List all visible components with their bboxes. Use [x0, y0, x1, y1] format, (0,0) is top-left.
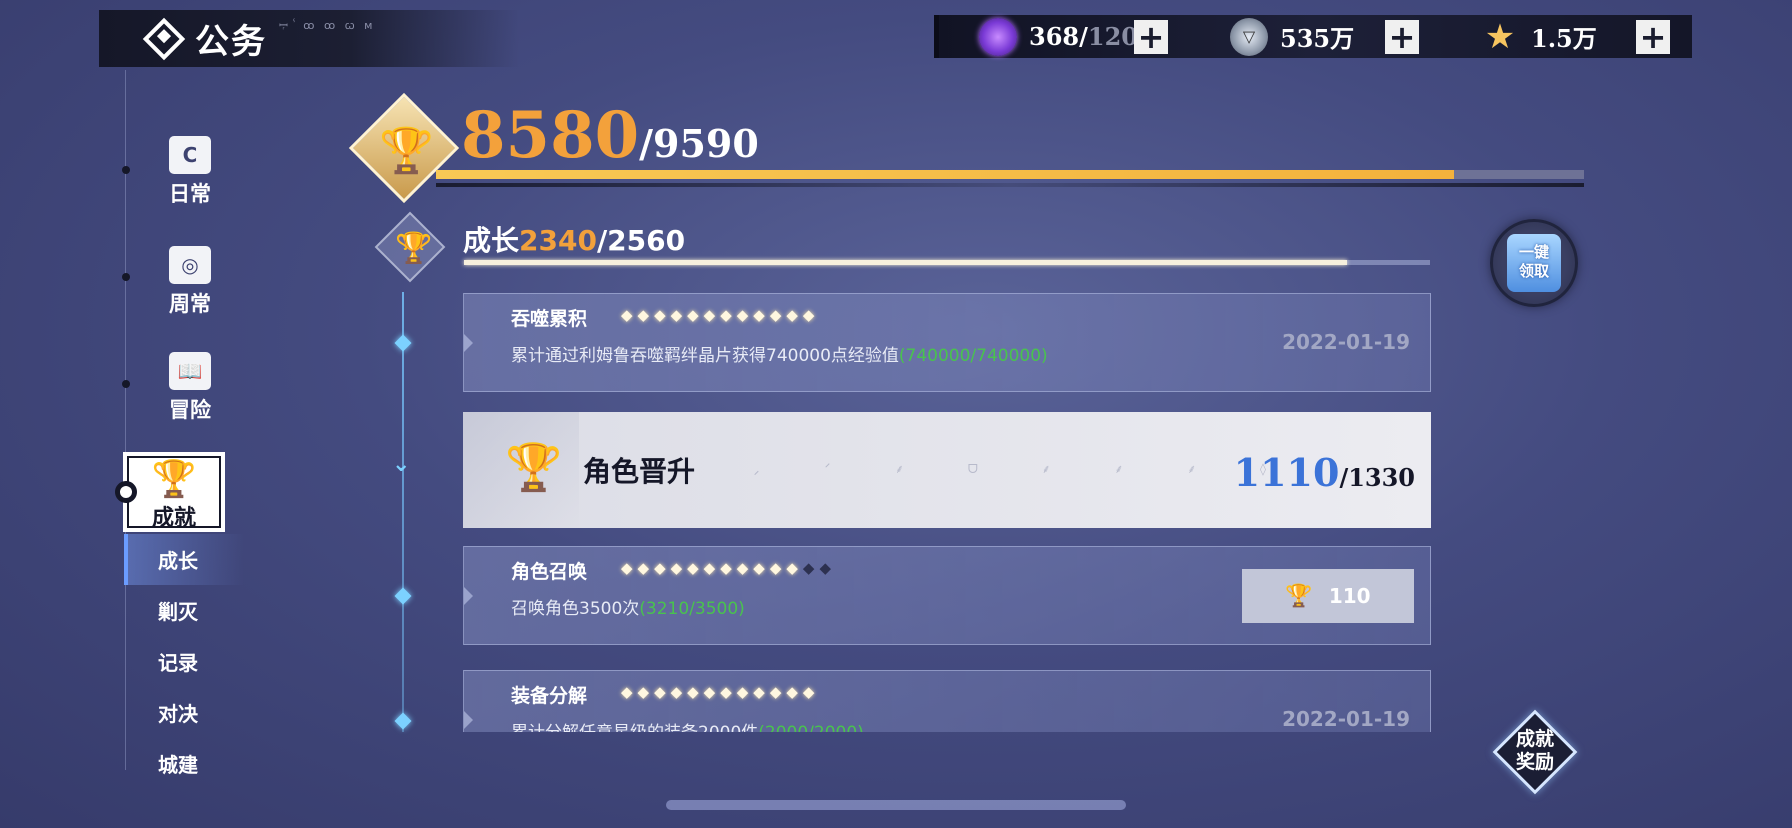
total-score: 8580/9590 [461, 98, 759, 173]
category-card-promotion[interactable]: 🏆 角色晋升 ⸝ ⸍ ⸙ ᗜ ⸙ ⸙ ⸙ ◊ ⸝ 1110/1330 [463, 412, 1431, 528]
star-value: 1.5万 [1531, 24, 1597, 53]
achievement-name: 吞噬累积 [511, 308, 588, 330]
nav-daily-label: 日常 [169, 181, 211, 206]
page-title: 公务 [195, 22, 267, 62]
crystal-value: 368/120 [1029, 22, 1138, 51]
nav-dot [122, 273, 130, 281]
total-progress-fill [436, 170, 1455, 179]
timeline-dot [394, 712, 412, 730]
claim-button[interactable]: 🏆 110 [1242, 569, 1414, 623]
gift-icon: 一键 领取 [1507, 234, 1561, 292]
home-indicator[interactable] [666, 800, 1126, 810]
star-icon: ★ [1484, 16, 1516, 57]
section-trophy-icon: 🏆 [374, 211, 446, 283]
nav-achievement[interactable]: 🏆 成就 [123, 452, 225, 532]
sub-nav-annihilate[interactable]: 剿灭 [124, 585, 244, 636]
sub-nav-growth[interactable]: 成长 [124, 534, 244, 585]
title-bar: 公务 ꟷ᷊ ᷗ ꝏ ꝏ ꞷ ᴍ [99, 10, 519, 67]
trophy-icon: 🏆 [505, 440, 563, 494]
nav-weekly[interactable]: ◎ 周常 [150, 246, 230, 318]
currency-bar: 368/120 + ▽ 535万 + ★ 1.5万 + [934, 15, 1692, 58]
weekly-calendar-icon: ◎ [169, 246, 211, 284]
coin-value: 535万 [1280, 24, 1355, 53]
nav-dot [122, 380, 130, 388]
nav-weekly-label: 周常 [169, 291, 211, 316]
category-score: 1110/1330 [1233, 450, 1415, 495]
completion-date: 2022-01-19 [1282, 330, 1410, 354]
one-click-claim-button[interactable]: 一键 领取 [1490, 219, 1578, 307]
timeline-line [402, 292, 404, 732]
nav-adventure[interactable]: 📖 冒险 [150, 352, 230, 424]
trophy-icon: 🏆 [151, 459, 197, 500]
section-title: 成长2340/2560 [463, 224, 686, 257]
sub-nav-record[interactable]: 记录 [124, 636, 244, 687]
currency-star: ★ 1.5万 + [1441, 15, 1692, 58]
achievement-card-summon[interactable]: 角色召唤 ◆◆◆◆◆◆◆◆◆◆◆◆◆ 召唤角色3500次(3210/3500) … [463, 546, 1431, 645]
section-progress-fill [464, 260, 1347, 265]
sub-nav: 成长 剿灭 记录 对决 城建 [124, 534, 244, 789]
total-progress-bar [436, 170, 1584, 179]
timeline-dot [394, 587, 412, 605]
currency-coin: ▽ 535万 + [1190, 15, 1441, 58]
achievement-name: 装备分解 [511, 685, 588, 707]
sub-nav-duel[interactable]: 对决 [124, 687, 244, 738]
title-decoration: ꟷ᷊ ᷗ ꝏ ꝏ ꞷ ᴍ [279, 19, 376, 32]
back-diamond-icon[interactable] [142, 17, 186, 60]
crystal-icon [979, 17, 1017, 56]
nav-adventure-label: 冒险 [169, 397, 211, 422]
nav-achievement-label: 成就 [151, 505, 196, 531]
achievement-desc: 累计分解任意星级的装备2000件(2000/2000) [511, 718, 864, 732]
achievement-list[interactable]: 吞噬累积 ◆◆◆◆◆◆◆◆◆◆◆◆ 累计通过利姆鲁吞噬羁绊晶片获得740000点… [463, 293, 1431, 732]
category-name: 角色晋升 [583, 455, 696, 488]
achievement-reward-label[interactable]: 成就 奖励 [1498, 728, 1572, 774]
achievement-name: 角色召唤 [511, 561, 588, 583]
nav-active-ring [115, 481, 137, 503]
achievement-card-dismantle[interactable]: 装备分解 ◆◆◆◆◆◆◆◆◆◆◆◆ 累计分解任意星级的装备2000件(2000/… [463, 670, 1431, 732]
currency-crystal: 368/120 + [939, 15, 1190, 58]
star-rating: ◆◆◆◆◆◆◆◆◆◆◆◆ [621, 683, 820, 701]
nav-daily[interactable]: C 日常 [150, 136, 230, 208]
add-star-button[interactable]: + [1636, 20, 1670, 54]
star-rating: ◆◆◆◆◆◆◆◆◆◆◆◆ [621, 306, 820, 324]
calendar-icon: C [169, 136, 211, 174]
trophy-icon: 🏆 [1285, 583, 1313, 609]
divider [436, 183, 1584, 187]
add-crystal-button[interactable]: + [1134, 20, 1168, 54]
chevron-down-icon: ⌄ [392, 452, 411, 477]
coin-icon: ▽ [1230, 17, 1268, 56]
sub-nav-city[interactable]: 城建 [124, 738, 244, 789]
achievement-desc: 累计通过利姆鲁吞噬羁绊晶片获得740000点经验值(740000/740000) [511, 346, 1048, 366]
timeline-dot [394, 334, 412, 352]
section-progress-bar [464, 260, 1430, 265]
achievement-desc: 召唤角色3500次(3210/3500) [511, 599, 745, 619]
completion-date: 2022-01-19 [1282, 707, 1410, 731]
nav-dot [122, 166, 130, 174]
add-coin-button[interactable]: + [1385, 20, 1419, 54]
book-icon: 📖 [169, 352, 211, 390]
star-rating: ◆◆◆◆◆◆◆◆◆◆◆◆◆ [621, 559, 836, 577]
achievement-card-devour[interactable]: 吞噬累积 ◆◆◆◆◆◆◆◆◆◆◆◆ 累计通过利姆鲁吞噬羁绊晶片获得740000点… [463, 293, 1431, 392]
